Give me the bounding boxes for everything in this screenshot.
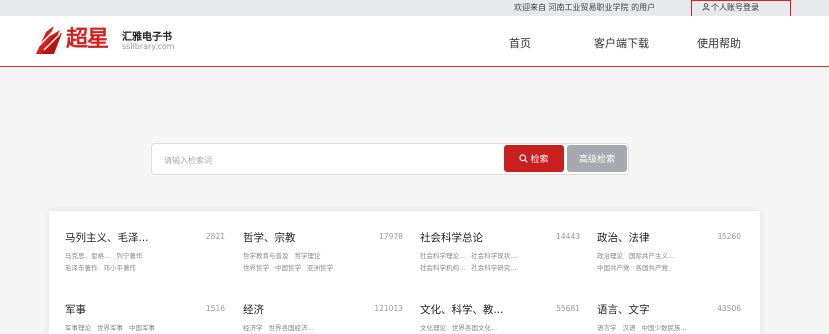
subcategory-link[interactable]: 世界哲学 (243, 264, 269, 272)
category-subitems: 经济学 世界各国经济... (243, 322, 320, 332)
category-count: 55681 (556, 304, 580, 313)
subcategory-link[interactable]: 中国共产党 (597, 264, 630, 272)
category-count: 14443 (556, 232, 580, 241)
category-count: 1516 (205, 304, 225, 313)
nav-home[interactable]: 首页 (509, 35, 531, 51)
category-subitems: 文化理论 世界各国文化... (420, 322, 503, 332)
subcategory-link[interactable]: 各国共产党 (636, 264, 669, 272)
category-title[interactable]: 经济 (243, 302, 264, 317)
subcategory-link[interactable]: 邓小平著作 (104, 264, 137, 272)
subcategory-link[interactable]: 中国哲学 (275, 264, 301, 272)
subcategory-link[interactable]: 毛泽东著作 (65, 264, 98, 272)
subcategory-link[interactable]: 经济学 (243, 324, 263, 332)
category-title[interactable]: 文化、科学、教... (420, 302, 504, 317)
category-title[interactable]: 政治、法律 (597, 230, 650, 245)
brand-name: 汇雅电子书 (122, 32, 172, 43)
category-subitems: 语言学 汉语 中国少数民族... (597, 322, 693, 332)
category-title[interactable]: 社会科学总论 (420, 230, 483, 245)
subcategory-link[interactable]: 世界各国文化... (452, 324, 497, 332)
subcategory-link[interactable]: 社会科学现状... (471, 252, 516, 260)
subcategory-link[interactable]: 列宁著作 (116, 252, 142, 260)
category-subitems: 毛泽东著作 邓小平著作 (65, 262, 142, 272)
subcategory-link[interactable]: 马克思、恩格... (65, 252, 110, 260)
brand-domain: sslibrary.com (122, 42, 175, 51)
subcategory-link[interactable]: 亚洲哲学 (307, 264, 333, 272)
category-title[interactable]: 哲学、宗教 (243, 230, 296, 245)
subcategory-link[interactable]: 军事理论 (65, 324, 91, 332)
category-title[interactable]: 军事 (65, 302, 86, 317)
subcategory-link[interactable]: 社会科学机构... (420, 264, 465, 272)
subcategory-link[interactable]: 哲学教育与普及 (243, 252, 289, 260)
subcategory-link[interactable]: 国际共产主义... (629, 252, 674, 260)
category-subitems: 社会科学理论... 社会科学现状... (420, 250, 522, 260)
category-subitems: 哲学教育与普及 哲学理论 (243, 250, 327, 260)
personal-login-link[interactable]: 个人账号登录 (702, 2, 759, 13)
category-count: 43506 (717, 304, 741, 313)
advanced-search-button[interactable]: 高级检索 (567, 145, 627, 172)
subcategory-link[interactable]: 社会科学研究... (471, 264, 516, 272)
category-title[interactable]: 语言、文字 (597, 302, 650, 317)
search-button-label: 检索 (530, 155, 549, 165)
subcategory-link[interactable]: 文化理论 (420, 324, 446, 332)
logo-mark-icon[interactable] (34, 24, 64, 56)
personal-login-label: 个人账号登录 (711, 3, 759, 12)
subcategory-link[interactable]: 中国军事 (129, 324, 155, 332)
logo-text: 超星 (66, 26, 109, 52)
category-subitems: 中国共产党 各国共产党 (597, 262, 674, 272)
header: 超星 汇雅电子书 sslibrary.com 首页 客户端下载 使用帮助 (0, 16, 829, 67)
subcategory-link[interactable]: 世界各国经济... (269, 324, 314, 332)
subcategory-link[interactable]: 世界军事 (97, 324, 123, 332)
search-button[interactable]: 检索 (504, 145, 564, 172)
category-subitems: 世界哲学 中国哲学 亚洲哲学 (243, 262, 339, 272)
search-input[interactable] (164, 152, 484, 168)
welcome-text: 欢迎来自 河南工业贸易职业学院 的用户 (514, 3, 656, 12)
category-count: 2821 (205, 232, 225, 241)
subcategory-link[interactable]: 政治理论 (597, 252, 623, 260)
category-subitems: 社会科学机构... 社会科学研究... (420, 262, 522, 272)
category-panel: 马列主义、毛泽... 2821 马克思、恩格... 列宁著作 毛泽东著作 邓小平著作… (49, 211, 760, 334)
user-icon (702, 3, 710, 11)
subcategory-link[interactable]: 哲学理论 (295, 252, 321, 260)
search-icon (519, 154, 529, 163)
category-count: 17978 (379, 232, 403, 241)
subcategory-link[interactable]: 汉语 (623, 324, 636, 332)
subcategory-link[interactable]: 社会科学理论... (420, 252, 465, 260)
nav-help[interactable]: 使用帮助 (697, 35, 741, 51)
category-title[interactable]: 马列主义、毛泽... (65, 230, 149, 245)
category-count: 121013 (374, 304, 403, 313)
category-subitems: 军事理论 世界军事 中国军事 (65, 322, 161, 332)
category-subitems: 马克思、恩格... 列宁著作 (65, 250, 148, 260)
subcategory-link[interactable]: 中国少数民族... (642, 324, 687, 332)
nav-client-download[interactable]: 客户端下载 (594, 35, 649, 51)
subcategory-link[interactable]: 语言学 (597, 324, 617, 332)
category-subitems: 政治理论 国际共产主义... (597, 250, 680, 260)
category-count: 35260 (717, 232, 741, 241)
